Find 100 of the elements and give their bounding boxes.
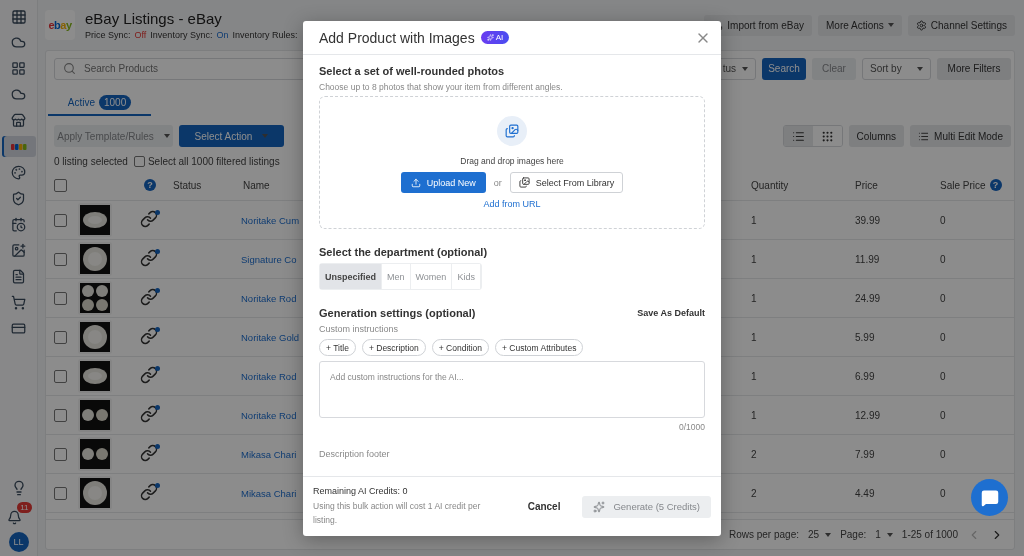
link-icon [140, 249, 160, 269]
table-cell: 1 [751, 292, 757, 304]
multi-edit-button[interactable]: Multi Edit Mode [910, 125, 1011, 147]
product-name[interactable]: Noritake Cum [241, 214, 300, 226]
help-icon[interactable]: ? [144, 179, 156, 191]
table-cell: 1 [751, 214, 757, 226]
logo-icon [10, 143, 27, 150]
product-name[interactable]: Mikasa Chari [241, 487, 297, 499]
header-button[interactable]: Channel Settings [907, 14, 1015, 36]
user-avatar[interactable]: LL [8, 532, 29, 552]
table-cell: 39.99 [855, 214, 881, 226]
add-field-chip[interactable]: + Condition [431, 339, 489, 356]
save-default-button[interactable]: Save As Default [637, 308, 705, 318]
product-name[interactable]: Noritake Rod [241, 409, 297, 421]
section-description: Choose up to 8 photos that show your item from different angles. [319, 82, 564, 92]
row-checkbox[interactable] [54, 291, 67, 305]
table-cell: 6.99 [855, 370, 875, 382]
settings-icon [915, 19, 927, 31]
table-cell: 12.99 [855, 409, 881, 421]
page-range: 1-25 of 1000 [901, 529, 958, 540]
action-button[interactable]: Select Action [179, 125, 284, 147]
help-icon[interactable]: ? [989, 179, 1002, 191]
table-cell: 0 [940, 448, 946, 460]
table-cell: 0 [940, 331, 946, 343]
product-name[interactable]: Noritake Rod [241, 292, 297, 304]
cancel-button[interactable]: Cancel [515, 501, 573, 512]
credits-text: Remaining AI Credits: 0 [313, 486, 409, 496]
bell-icon [7, 509, 22, 525]
table-cell: 1 [751, 370, 757, 382]
page-select[interactable]: 1 [875, 529, 893, 540]
table-cell: 1 [751, 331, 757, 343]
caret-icon [262, 134, 269, 138]
calendar-icon [11, 217, 26, 232]
table-cell: 2 [751, 448, 757, 460]
row-checkbox[interactable] [54, 369, 67, 383]
sort-dropdown[interactable]: Sort by [862, 57, 931, 80]
sparkle-icon [486, 34, 494, 41]
table-cell: 0 [940, 292, 946, 304]
palette-icon [11, 165, 26, 180]
instructions-field[interactable]: Add custom instructions for the AI... [319, 361, 705, 418]
row-checkbox[interactable] [54, 486, 67, 500]
sparkle-icon [593, 500, 606, 513]
row-checkbox[interactable] [54, 252, 67, 266]
grid-icon [820, 129, 834, 143]
row-checkbox[interactable] [54, 213, 67, 227]
list-view-button[interactable] [783, 126, 813, 146]
status-tab[interactable]: Active 1000 [48, 90, 151, 116]
upload-icon [410, 177, 421, 188]
row-checkbox[interactable] [54, 408, 67, 422]
sync-label: Price Sync: [85, 30, 131, 40]
images-icon [518, 177, 530, 188]
selection-count: 0 listing selected [54, 155, 128, 167]
table-cell: 2 [751, 487, 757, 499]
cart-icon [11, 295, 26, 310]
table-cell: 0 [940, 214, 946, 226]
add-field-chip[interactable]: + Description [361, 339, 426, 356]
product-name[interactable]: Noritake Gold [241, 331, 300, 343]
logo-nav-item[interactable] [1, 136, 36, 157]
link-icon [140, 483, 160, 503]
filter-button[interactable]: Search [762, 57, 806, 80]
add-field-chip[interactable]: + Title [319, 339, 356, 356]
dialog-title: Add Product with Images [319, 29, 475, 46]
credits-note: Using this bulk action will cost 1 AI credit per listing. [313, 500, 482, 527]
chat-icon [980, 488, 999, 507]
field-label: Custom instructions [319, 324, 400, 334]
table-cell: 5.99 [855, 331, 875, 343]
row-checkbox[interactable] [54, 330, 67, 344]
rows-per-page-label: Rows per page: [728, 529, 799, 540]
rows-per-page-select[interactable]: 25 [808, 529, 832, 540]
header-button[interactable]: More Actions [818, 14, 902, 36]
product-name[interactable]: Mikasa Chari [241, 448, 297, 460]
sync-label: Inventory Rules: [232, 30, 298, 40]
row-checkbox[interactable] [54, 447, 67, 461]
card-icon [11, 321, 26, 336]
add-field-chip[interactable]: + Custom Attributes [495, 339, 584, 356]
notifications-button[interactable]: 11 [5, 502, 32, 526]
library-button[interactable]: Select From Library [509, 172, 624, 193]
more-filters-button[interactable]: More Filters [937, 57, 1011, 80]
sync-status: Off [134, 30, 147, 40]
upload-button[interactable]: Upload New [400, 172, 486, 193]
product-name[interactable]: Signature Co [241, 253, 297, 265]
column-header: Sale Price ? [940, 179, 1002, 191]
link-icon [140, 444, 160, 464]
table-cell: 0 [940, 409, 946, 421]
add-url-link[interactable]: Add from URL [483, 199, 541, 209]
section-title: Generation settings (optional) [319, 307, 476, 319]
field-label: Description footer [319, 449, 391, 459]
table-cell: 4.49 [855, 487, 875, 499]
image-icon [11, 243, 26, 258]
header-checkbox[interactable] [54, 178, 67, 192]
select-all-checkbox[interactable]: Select all 1000 filtered listings [133, 155, 280, 167]
caret-icon [163, 134, 170, 138]
columns-button[interactable]: Columns [848, 125, 905, 147]
character-counter: 0/1000 [679, 422, 705, 432]
drop-zone[interactable]: Drag and drop images here Upload New or Select From Library Add from URL [319, 96, 705, 229]
department-option[interactable]: Unspecified [320, 264, 382, 289]
product-name[interactable]: Noritake Rod [241, 370, 297, 382]
notification-badge: 11 [17, 502, 32, 513]
search-icon [63, 62, 76, 75]
shield-icon [11, 191, 26, 206]
